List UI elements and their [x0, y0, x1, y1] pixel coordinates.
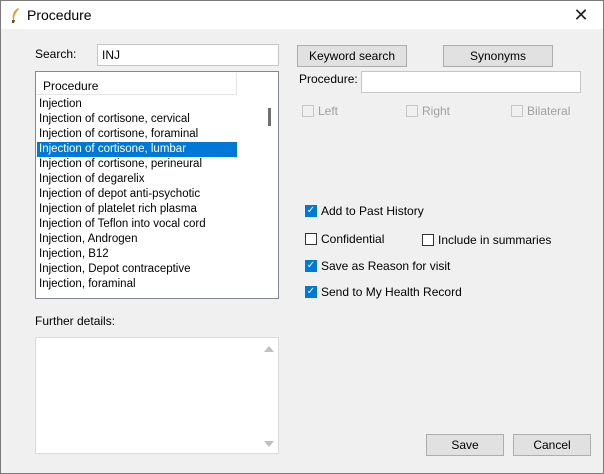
left-checkbox[interactable]: Left: [302, 104, 338, 118]
cancel-button[interactable]: Cancel: [513, 434, 591, 456]
list-item[interactable]: Injection of platelet rich plasma: [37, 202, 237, 217]
title-bar: Procedure ✕: [1, 1, 603, 29]
check-icon[interactable]: ✓: [305, 205, 317, 217]
scroll-down-icon[interactable]: [264, 441, 274, 447]
list-item[interactable]: Injection, Depot contraceptive: [37, 262, 237, 277]
further-details-input[interactable]: [35, 337, 279, 454]
close-icon[interactable]: ✕: [565, 3, 597, 27]
list-item[interactable]: Injection of cortisone, lumbar: [37, 142, 237, 157]
confidential-label: Confidential: [321, 232, 385, 246]
right-label: Right: [422, 104, 451, 118]
keyword-search-button[interactable]: Keyword search: [297, 45, 407, 67]
scroll-up-icon[interactable]: [264, 346, 274, 352]
right-checkbox[interactable]: Right: [406, 104, 450, 118]
list-item[interactable]: Injection of cortisone, foraminal: [37, 127, 237, 142]
confidential-checkbox-box[interactable]: [305, 233, 317, 245]
right-checkbox-box[interactable]: [406, 105, 418, 117]
list-item[interactable]: Injection, foraminal: [37, 277, 237, 292]
check-icon[interactable]: ✓: [305, 286, 317, 298]
include-in-summaries-label: Include in summaries: [438, 233, 552, 247]
check-icon[interactable]: ✓: [305, 260, 317, 272]
list-item[interactable]: Injection of cortisone, cervical: [37, 112, 237, 127]
list-item[interactable]: Injection, Androgen: [37, 232, 237, 247]
add-to-past-history-checkbox[interactable]: ✓ Add to Past History: [305, 204, 424, 218]
list-header[interactable]: Procedure: [37, 73, 237, 95]
bilateral-checkbox[interactable]: Bilateral: [511, 104, 570, 118]
send-to-mhr-label: Send to My Health Record: [321, 285, 462, 299]
save-as-reason-label: Save as Reason for visit: [321, 259, 451, 273]
save-button[interactable]: Save: [426, 434, 504, 456]
procedure-dialog: Procedure ✕ Search: Procedure InjectionI…: [0, 0, 604, 474]
list-item[interactable]: Injection of degarelix: [37, 172, 237, 187]
list-scrollbar[interactable]: [261, 72, 278, 298]
further-details-label: Further details:: [35, 314, 116, 328]
bilateral-checkbox-box[interactable]: [511, 105, 523, 117]
list-item[interactable]: Injection of depot anti-psychotic: [37, 187, 237, 202]
save-as-reason-checkbox[interactable]: ✓ Save as Reason for visit: [305, 259, 450, 273]
include-in-summaries-checkbox-box[interactable]: [422, 234, 434, 246]
procedure-label: Procedure:: [299, 72, 358, 86]
search-label: Search:: [35, 47, 77, 61]
synonyms-button[interactable]: Synonyms: [443, 45, 553, 67]
list-item[interactable]: Injection of cortisone, perineural: [37, 157, 237, 172]
list-rows: Injection Injection of cortisone, cervica…: [37, 97, 237, 292]
bilateral-label: Bilateral: [527, 104, 571, 118]
add-to-past-history-label: Add to Past History: [321, 204, 424, 218]
quill-icon: [12, 8, 19, 23]
procedure-input[interactable]: [361, 71, 581, 93]
left-label: Left: [318, 104, 339, 118]
include-in-summaries-checkbox[interactable]: Include in summaries: [422, 233, 551, 247]
procedure-list[interactable]: Procedure Injection Injection of cortison…: [35, 71, 279, 299]
list-item[interactable]: Injection, B12: [37, 247, 237, 262]
confidential-checkbox[interactable]: Confidential: [305, 232, 384, 246]
window-title: Procedure: [27, 7, 92, 23]
list-item[interactable]: Injection: [37, 97, 237, 112]
list-item[interactable]: Injection of Teflon into vocal cord: [37, 217, 237, 232]
send-to-mhr-checkbox[interactable]: ✓ Send to My Health Record: [305, 285, 462, 299]
scrollbar-thumb[interactable]: [268, 108, 271, 126]
left-checkbox-box[interactable]: [302, 105, 314, 117]
search-input[interactable]: [97, 44, 279, 66]
